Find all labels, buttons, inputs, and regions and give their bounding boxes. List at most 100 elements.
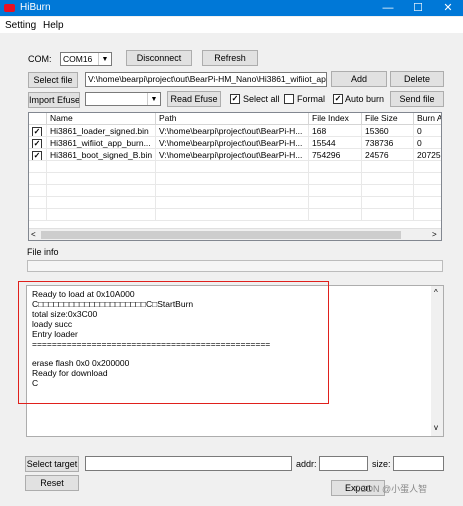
empty-cell <box>29 173 47 185</box>
empty-cell <box>362 185 414 197</box>
table-header-path[interactable]: Path <box>156 113 309 125</box>
maximize-button[interactable]: ☐ <box>403 0 433 16</box>
empty-cell <box>309 173 362 185</box>
auto-burn-checkbox[interactable]: ✓ <box>333 94 343 104</box>
empty-cell <box>414 197 441 209</box>
empty-cell <box>309 161 362 173</box>
send-file-button[interactable]: Send file <box>390 91 444 107</box>
disconnect-button[interactable]: Disconnect <box>126 50 192 66</box>
empty-cell <box>362 197 414 209</box>
empty-cell <box>29 161 47 173</box>
table-cell-burn[interactable]: 0 <box>414 125 441 137</box>
size-label: size: <box>372 459 391 469</box>
table-cell-size[interactable]: 24576 <box>362 149 414 161</box>
empty-cell <box>414 173 441 185</box>
table-header-file-index[interactable]: File Index <box>309 113 362 125</box>
empty-cell <box>29 185 47 197</box>
addr-label: addr: <box>296 459 317 469</box>
refresh-button[interactable]: Refresh <box>202 50 258 66</box>
table-cell-name[interactable]: Hi3861_loader_signed.bin <box>47 125 156 137</box>
table-cell-index[interactable]: 754296 <box>309 149 362 161</box>
empty-cell <box>362 173 414 185</box>
table-cell-burn[interactable]: 20725 <box>414 149 441 161</box>
com-label: COM: <box>28 54 52 64</box>
scroll-left-icon[interactable]: < <box>31 229 36 241</box>
table-cell-index[interactable]: 168 <box>309 125 362 137</box>
reset-button[interactable]: Reset <box>25 475 79 491</box>
highlight-box <box>18 281 329 404</box>
select-all-checkbox[interactable]: ✓ <box>230 94 240 104</box>
select-file-button[interactable]: Select file <box>28 72 78 88</box>
empty-cell <box>414 161 441 173</box>
watermark: CSDN @小蛋人智 <box>354 484 428 494</box>
empty-cell <box>156 173 309 185</box>
empty-cell <box>156 161 309 173</box>
table-cell-path[interactable]: V:\home\bearpi\project\out\BearPi-H... <box>156 149 309 161</box>
scroll-down-icon[interactable]: v <box>434 423 438 432</box>
table-row-checkbox[interactable]: ✓ <box>29 137 47 149</box>
select-all-label: Select all <box>243 94 280 104</box>
com-value: COM16 <box>63 54 93 64</box>
empty-cell <box>47 173 156 185</box>
empty-cell <box>29 197 47 209</box>
efuse-select[interactable]: ▼ <box>85 92 161 106</box>
table-header-burn-addr[interactable]: Burn A <box>414 113 441 125</box>
table-cell-name[interactable]: Hi3861_boot_signed_B.bin <box>47 149 156 161</box>
add-button[interactable]: Add <box>331 71 387 87</box>
table-row-checkbox[interactable]: ✓ <box>29 125 47 137</box>
close-button[interactable]: ✕ <box>433 0 463 16</box>
empty-cell <box>362 161 414 173</box>
empty-cell <box>309 185 362 197</box>
window-title: HiBurn <box>20 2 51 13</box>
addr-field[interactable] <box>319 456 368 471</box>
empty-cell <box>309 197 362 209</box>
empty-cell <box>47 197 156 209</box>
table-header-file-size[interactable]: File Size <box>362 113 414 125</box>
formal-checkbox[interactable] <box>284 94 294 104</box>
empty-cell <box>414 185 441 197</box>
target-path-field[interactable] <box>85 456 292 471</box>
row-check-icon: ✓ <box>32 151 42 160</box>
select-target-button[interactable]: Select target <box>25 456 79 472</box>
scroll-thumb[interactable] <box>41 231 401 239</box>
scroll-up-icon[interactable]: ^ <box>434 288 438 297</box>
title-bar: HiBurn — ☐ ✕ <box>0 0 463 16</box>
scroll-right-icon[interactable]: > <box>432 229 437 241</box>
file-info-label: File info <box>27 247 59 257</box>
table-header-name[interactable]: Name <box>47 113 156 125</box>
table-cell-path[interactable]: V:\home\bearpi\project\out\BearPi-H... <box>156 137 309 149</box>
table-header-check <box>29 113 47 125</box>
table-cell-name[interactable]: Hi3861_wifiiot_app_burn... <box>47 137 156 149</box>
table-cell-size[interactable]: 738736 <box>362 137 414 149</box>
empty-cell <box>156 197 309 209</box>
empty-cell <box>47 185 156 197</box>
table-cell-size[interactable]: 15360 <box>362 125 414 137</box>
table-cell-burn[interactable]: 0 <box>414 137 441 149</box>
empty-cell <box>47 161 156 173</box>
empty-cell <box>156 185 309 197</box>
empty-cell <box>309 209 362 221</box>
empty-cell <box>414 209 441 221</box>
file-info-progress <box>27 260 443 272</box>
delete-button[interactable]: Delete <box>390 71 444 87</box>
menu-setting[interactable]: Setting <box>5 20 36 31</box>
chevron-down-icon: ▼ <box>147 93 160 105</box>
app-logo-icon <box>4 4 15 12</box>
empty-cell <box>47 209 156 221</box>
import-efuse-button[interactable]: Import Efuse <box>28 92 80 108</box>
minimize-button[interactable]: — <box>373 0 403 16</box>
empty-cell <box>156 209 309 221</box>
table-cell-index[interactable]: 15544 <box>309 137 362 149</box>
table-hscrollbar[interactable]: < > <box>29 228 441 240</box>
row-check-icon: ✓ <box>32 139 42 148</box>
log-vscrollbar[interactable]: ^ v <box>431 286 443 436</box>
file-table: Name Path File Index File Size Burn A ✓ … <box>28 112 442 241</box>
read-efuse-button[interactable]: Read Efuse <box>167 91 221 107</box>
menu-help[interactable]: Help <box>43 20 64 31</box>
file-path-field[interactable]: V:\home\bearpi\project\out\BearPi-HM_Nan… <box>85 72 327 87</box>
table-row-checkbox[interactable]: ✓ <box>29 149 47 161</box>
table-cell-path[interactable]: V:\home\bearpi\project\out\BearPi-H... <box>156 125 309 137</box>
size-field[interactable] <box>393 456 444 471</box>
com-select[interactable]: COM16 ▼ <box>60 52 112 66</box>
chevron-down-icon: ▼ <box>98 53 111 65</box>
